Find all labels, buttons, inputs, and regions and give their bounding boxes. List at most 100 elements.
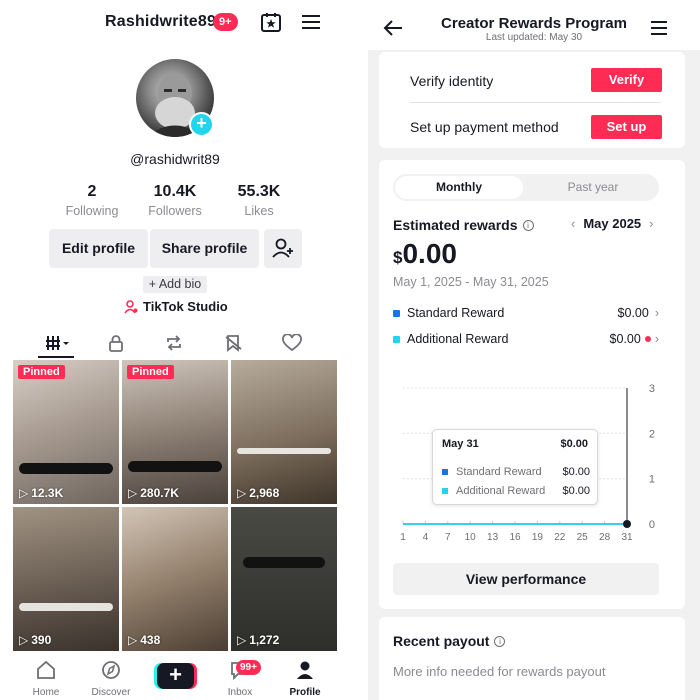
tooltip-standard-label: Standard Reward [456,466,542,478]
likes-label: Likes [244,204,274,218]
x-tick-label: 19 [532,532,544,543]
recent-payout-note: More info needed for rewards payout [393,664,606,679]
pinned-badge: Pinned [18,365,65,379]
add-avatar-button[interactable]: + [189,112,214,137]
chevron-right-icon[interactable]: › [649,216,653,231]
menu-icon[interactable] [300,11,322,33]
standard-reward-row[interactable]: Standard Reward $0.00 › [393,306,659,320]
y-tick-label: 2 [649,428,655,440]
chart-tooltip: May 31 $0.00 Standard Reward $0.00 Addit… [432,429,598,505]
nav-inbox-label: Inbox [227,687,253,698]
nav-home-label: Home [32,687,60,698]
estimated-rewards-card: Monthly Past year Estimated rewards i ‹ … [379,160,685,609]
payment-method-label: Set up payment method [410,119,559,135]
chevron-right-icon: › [654,306,659,320]
view-count: ▷ 390 [19,633,52,647]
followers-count[interactable]: 10.4K [130,183,220,201]
play-icon: ▷ [19,633,29,647]
plus-icon: + [169,662,182,687]
nav-profile[interactable]: Profile [275,660,335,698]
x-tick-label: 25 [577,532,589,543]
tooltip-standard-row: Standard Reward $0.00 [442,466,590,478]
video-thumbnail[interactable]: ▷ 390 [13,507,119,651]
likes-count[interactable]: 55.3K [214,183,304,201]
tab-videos[interactable] [38,328,78,358]
chevron-left-icon[interactable]: ‹ [571,216,575,231]
nav-profile-label: Profile [289,687,321,698]
additional-reward-value: $0.00 [609,332,641,346]
x-tick-label: 1 [400,532,406,543]
setup-payment-button[interactable]: Set up [591,115,662,139]
setup-card: Verify identity Verify Set up payment me… [379,52,685,148]
nav-home[interactable]: Home [16,660,76,698]
video-thumbnail[interactable]: ▷ 438 [122,507,228,651]
profile-handle: @rashidwrit89 [130,151,220,167]
following-count[interactable]: 2 [47,183,137,201]
create-button[interactable]: + [157,663,194,689]
bookmark-hidden-icon [225,335,242,352]
additional-legend-dot [393,335,400,343]
add-friend-button[interactable] [264,229,302,268]
info-icon[interactable]: i [522,219,534,231]
selected-month: May 2025 [583,216,642,231]
video-thumbnail[interactable]: ▷ 2,968 [231,360,337,504]
nav-discover[interactable]: Discover [81,660,141,698]
period-toggle: Monthly Past year [393,174,659,201]
share-profile-button[interactable]: Share profile [150,229,259,268]
play-icon: ▷ [237,486,247,500]
redaction-bar [19,463,113,474]
info-icon[interactable]: i [494,635,506,647]
standard-legend-dot [393,309,400,317]
x-tick-label: 28 [599,532,611,543]
video-thumbnail[interactable]: Pinned ▷ 12.3K [13,360,119,504]
recent-payout-title: Recent payout [393,633,490,649]
followers-label: Followers [148,204,202,218]
edit-profile-button[interactable]: Edit profile [49,229,148,268]
redaction-bar [237,448,331,454]
view-performance-button[interactable]: View performance [393,563,659,595]
redaction-bar [243,557,325,568]
verify-button[interactable]: Verify [591,68,662,92]
calendar-star-icon[interactable] [260,11,282,33]
x-tick-label: 16 [509,532,521,543]
repost-icon [167,335,181,351]
person-icon [297,661,313,679]
menu-icon[interactable] [649,19,669,37]
tab-liked[interactable] [272,328,312,358]
view-count: ▷ 280.7K [128,486,179,500]
amount-value: 0.00 [402,238,457,269]
tiktok-studio-link[interactable]: TikTok Studio [124,299,228,314]
profile-username[interactable]: Rashidwrite89 [105,13,216,31]
tooltip-date: May 31 [442,438,479,450]
x-tick-label: 22 [554,532,566,543]
redaction-bar [19,603,113,611]
view-count: ▷ 438 [128,633,161,647]
y-tick-label: 1 [649,474,655,486]
add-person-icon [272,238,293,258]
estimated-amount: $0.00 [393,238,457,270]
y-tick-label: 0 [649,519,655,531]
play-icon: ▷ [128,633,138,647]
data-point [623,520,631,528]
video-thumbnail[interactable]: Pinned ▷ 280.7K [122,360,228,504]
x-tick-label: 10 [465,532,477,543]
notification-badge[interactable]: 9+ [213,13,238,31]
tooltip-additional-value: $0.00 [562,485,590,497]
grid-icon [46,336,69,350]
tab-monthly[interactable]: Monthly [395,176,523,199]
video-thumbnail[interactable]: ▷ 1,272 [231,507,337,651]
add-bio-button[interactable]: + Add bio [143,276,207,293]
recent-payout-heading: Recent payout i [393,633,506,649]
tab-private[interactable] [96,328,136,358]
tab-favorites[interactable] [214,328,254,358]
estimated-rewards-label: Estimated rewards [393,217,518,233]
month-selector[interactable]: ‹ May 2025 › [571,216,654,231]
tab-reposts[interactable] [154,328,194,358]
tooltip-additional-row: Additional Reward $0.00 [442,485,590,497]
additional-reward-label: Additional Reward [407,332,509,346]
tab-past-year[interactable]: Past year [529,176,657,199]
rewards-header: Creator Rewards Program Last updated: Ma… [368,0,700,50]
x-tick-label: 7 [445,532,451,543]
following-label: Following [65,204,119,218]
additional-reward-row[interactable]: Additional Reward $0.00 › [393,332,659,346]
